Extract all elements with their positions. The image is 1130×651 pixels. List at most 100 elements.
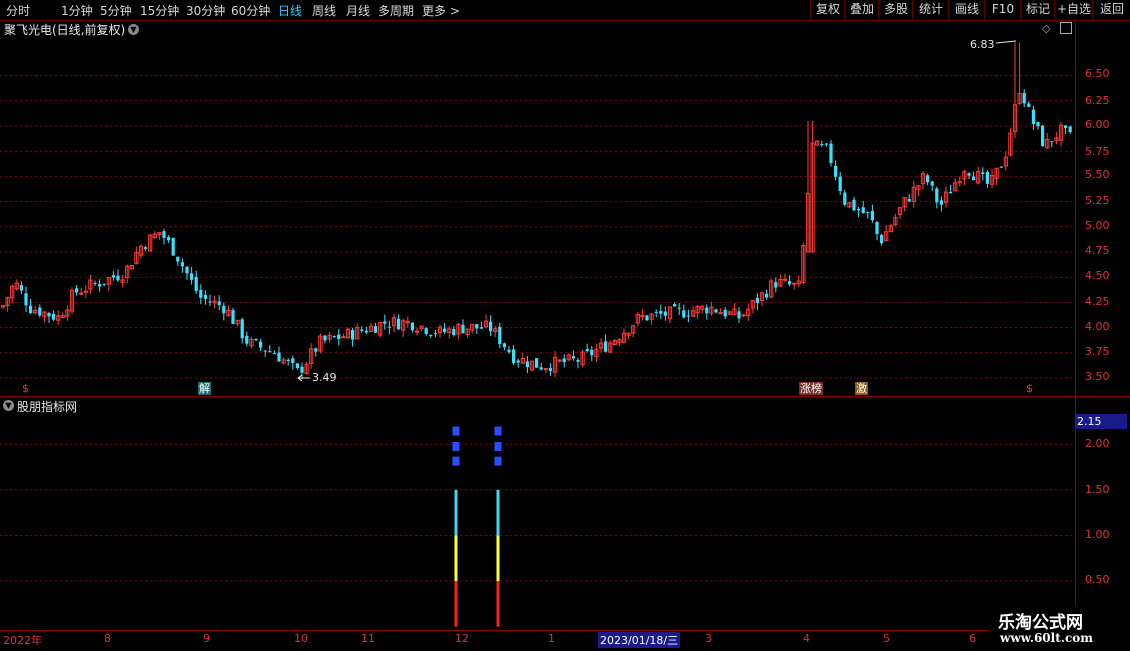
candle-body [843, 192, 847, 205]
statistics-button[interactable]: 统计 [912, 0, 949, 19]
candle-body [144, 247, 148, 249]
candle-body [162, 231, 166, 238]
candle-body [231, 310, 235, 324]
candle-body [502, 343, 506, 348]
candle-body [935, 188, 939, 203]
date-label: 9 [203, 632, 210, 645]
candle-body [410, 322, 414, 331]
multi-stock-button[interactable]: 多股 [878, 0, 913, 19]
candle-body [433, 333, 437, 335]
candle-body [548, 368, 552, 371]
price-tick: 6.25 [1085, 94, 1110, 107]
date-label: 6 [969, 632, 976, 645]
candle-body [38, 307, 42, 316]
price-tick: 5.25 [1085, 194, 1110, 207]
candle-body [254, 338, 258, 341]
back-button[interactable]: 返回 [1092, 0, 1130, 19]
indicator-bar-cyan [496, 489, 500, 536]
candle-body [98, 284, 102, 287]
candle-body [83, 290, 88, 293]
candle-body [999, 166, 1003, 168]
candle-body [364, 330, 368, 333]
candle-body [829, 143, 833, 164]
candle-body [571, 356, 575, 359]
restore-rights-button[interactable]: 复权 [810, 0, 845, 19]
price-tick: 6.50 [1085, 67, 1110, 80]
date-label: 8 [104, 632, 111, 645]
f10-button[interactable]: F10 [984, 0, 1021, 19]
candle-body [24, 293, 28, 306]
date-label: 12 [455, 632, 469, 645]
watermark-title: 乐淘公式网 [998, 613, 1083, 633]
period-1min[interactable]: 1分钟 [61, 2, 93, 19]
candle-body [1068, 126, 1072, 133]
candle-body [866, 211, 870, 213]
draw-line-button[interactable]: 画线 [948, 0, 985, 19]
candle-body [414, 330, 420, 333]
indicator-tick: 0.50 [1085, 573, 1110, 586]
period-weekly[interactable]: 周线 [312, 2, 336, 19]
period-5min[interactable]: 5分钟 [100, 2, 132, 19]
overlay-button[interactable]: 叠加 [844, 0, 879, 19]
candle-body [875, 221, 879, 235]
candle-body [19, 285, 23, 291]
candle-body [47, 312, 51, 317]
candle-body [52, 314, 56, 320]
candle-body [208, 301, 212, 303]
indicator-signal-dash [494, 456, 502, 466]
candle-body [590, 349, 594, 356]
date-axis: 2022年 8 9 10 11 12 1 2023/01/18/三 3 4 5 … [0, 630, 1075, 651]
period-60min[interactable]: 60分钟 [231, 2, 270, 19]
low-price-label: 3.49 [312, 371, 337, 384]
period-15min[interactable]: 15分钟 [140, 2, 179, 19]
candle-body [673, 304, 677, 307]
candle-body [562, 358, 566, 363]
candle-body [838, 176, 842, 192]
mark-button[interactable]: 标记 [1020, 0, 1055, 19]
candle-body [217, 301, 221, 306]
indicator-chart [0, 426, 1075, 627]
indicator-tick: 1.50 [1085, 483, 1110, 496]
period-30min[interactable]: 30分钟 [186, 2, 225, 19]
candle-body [374, 326, 378, 333]
period-monthly[interactable]: 月线 [346, 2, 370, 19]
candle-body [714, 309, 718, 313]
candle-body [75, 288, 79, 293]
candle-body [659, 310, 663, 314]
candle-body [79, 292, 84, 295]
candle-body [985, 171, 989, 184]
candle-body [585, 349, 589, 352]
candle-body [880, 234, 884, 244]
add-watchlist-button[interactable]: +自选 [1054, 0, 1093, 19]
candle-body [171, 238, 175, 256]
candle-body [792, 282, 797, 285]
price-tick: 4.75 [1085, 244, 1110, 257]
indicator-bar-yellow [454, 535, 458, 581]
candle-body [525, 361, 529, 368]
candle-body [199, 289, 203, 298]
indicator-tick: 2.00 [1085, 437, 1110, 450]
candle-body [677, 307, 681, 309]
period-daily[interactable]: 日线 [278, 2, 302, 19]
dollar-tag: $ [22, 382, 29, 395]
candle-body [576, 359, 580, 362]
candle-body [295, 363, 299, 369]
high-pointer-arrow [995, 40, 1017, 44]
indicator-signal-dash [452, 426, 460, 436]
period-multi[interactable]: 多周期 [378, 2, 414, 19]
candle-body [111, 275, 115, 278]
date-label: 11 [361, 632, 375, 645]
limit-up-tag: 涨榜 [799, 382, 823, 395]
candle-body [498, 326, 502, 345]
low-pointer-arrow [297, 374, 310, 382]
candle-body [645, 315, 649, 321]
candle-body [737, 311, 741, 319]
candle-body [93, 282, 97, 284]
candle-body [981, 172, 985, 174]
period-timeshare[interactable]: 分时 [6, 2, 30, 19]
candle-body [424, 328, 428, 334]
period-more[interactable]: 更多 > [422, 2, 460, 19]
candle-body [907, 199, 911, 202]
candle-body [1064, 125, 1068, 129]
candle-body [1031, 109, 1035, 124]
